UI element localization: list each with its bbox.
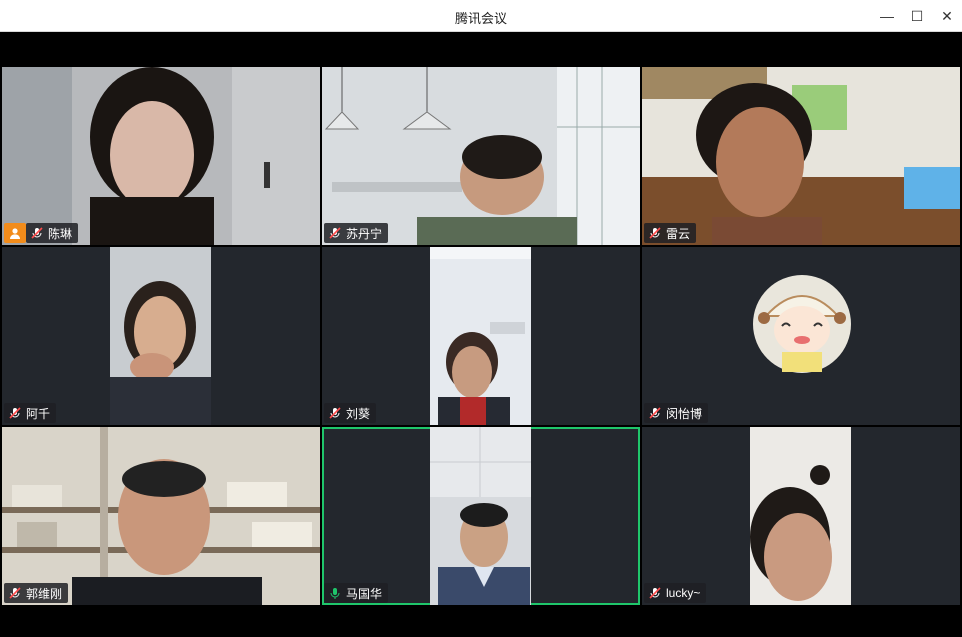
participant-label: 马国华 <box>324 583 389 603</box>
participant-label: 雷云 <box>644 223 697 243</box>
video-tile[interactable]: 苏丹宁 <box>322 67 640 245</box>
participant-video <box>2 67 320 245</box>
video-tile[interactable]: 郭维刚 <box>2 427 320 605</box>
close-button[interactable]: ✕ <box>936 6 958 26</box>
participant-name: lucky~ <box>666 586 701 600</box>
participant-video <box>2 427 320 605</box>
participant-label: 闵怡博 <box>644 403 709 423</box>
video-tile[interactable]: 闵怡博 <box>642 247 960 425</box>
participant-label: 苏丹宁 <box>324 223 389 243</box>
video-grid: 陈琳 苏丹宁 雷云 阿千 刘葵 闵怡博 郭维刚 马国华 lucky~ <box>0 66 962 606</box>
participant-label: 陈琳 <box>26 223 79 243</box>
video-tile[interactable]: 陈琳 <box>2 67 320 245</box>
participant-label: 郭维刚 <box>4 583 69 603</box>
maximize-icon: ☐ <box>910 7 924 24</box>
participant-name: 刘葵 <box>346 406 371 421</box>
minimize-icon: — <box>880 8 894 24</box>
top-black-bar <box>0 32 962 66</box>
participant-label: lucky~ <box>644 583 707 603</box>
close-icon: ✕ <box>941 7 953 24</box>
mic-muted-icon <box>649 227 661 239</box>
video-tile-active-speaker[interactable]: 马国华 <box>322 427 640 605</box>
video-tile[interactable]: 阿千 <box>2 247 320 425</box>
title-bar: 腾讯会议 — ☐ ✕ <box>0 0 962 32</box>
participant-name: 苏丹宁 <box>346 226 383 241</box>
video-tile[interactable]: 刘葵 <box>322 247 640 425</box>
mic-active-icon <box>330 588 340 599</box>
participant-video <box>110 247 211 425</box>
meeting-window: 腾讯会议 — ☐ ✕ 陈琳 苏丹宁 雷云 阿千 刘葵 闵怡博 郭维刚 马国华 l… <box>0 0 962 637</box>
participant-video <box>322 67 640 245</box>
participant-label: 阿千 <box>4 403 57 423</box>
mic-muted-icon <box>329 407 341 419</box>
participant-name: 雷云 <box>666 226 691 241</box>
participant-video <box>750 427 851 605</box>
participant-video <box>642 67 960 245</box>
participant-name: 郭维刚 <box>26 586 63 601</box>
participant-label: 刘葵 <box>324 403 377 423</box>
mic-muted-icon <box>9 587 21 599</box>
video-tile[interactable]: 雷云 <box>642 67 960 245</box>
video-tile[interactable]: lucky~ <box>642 427 960 605</box>
mic-muted-icon <box>329 227 341 239</box>
mic-muted-icon <box>31 227 43 239</box>
cartoon-avatar <box>753 275 851 373</box>
window-title: 腾讯会议 <box>454 11 507 26</box>
mic-muted-icon <box>649 587 661 599</box>
host-badge <box>4 223 26 243</box>
participant-name: 闵怡博 <box>666 406 703 421</box>
participant-video <box>430 247 531 425</box>
mic-muted-icon <box>649 407 661 419</box>
participant-video <box>430 427 531 605</box>
user-icon <box>10 228 20 239</box>
participant-name: 陈琳 <box>48 226 73 241</box>
mic-muted-icon <box>9 407 21 419</box>
bottom-black-bar <box>0 606 962 637</box>
maximize-button[interactable]: ☐ <box>906 6 928 26</box>
participant-name: 阿千 <box>26 406 51 421</box>
minimize-button[interactable]: — <box>876 6 898 26</box>
participant-name: 马国华 <box>346 586 383 601</box>
